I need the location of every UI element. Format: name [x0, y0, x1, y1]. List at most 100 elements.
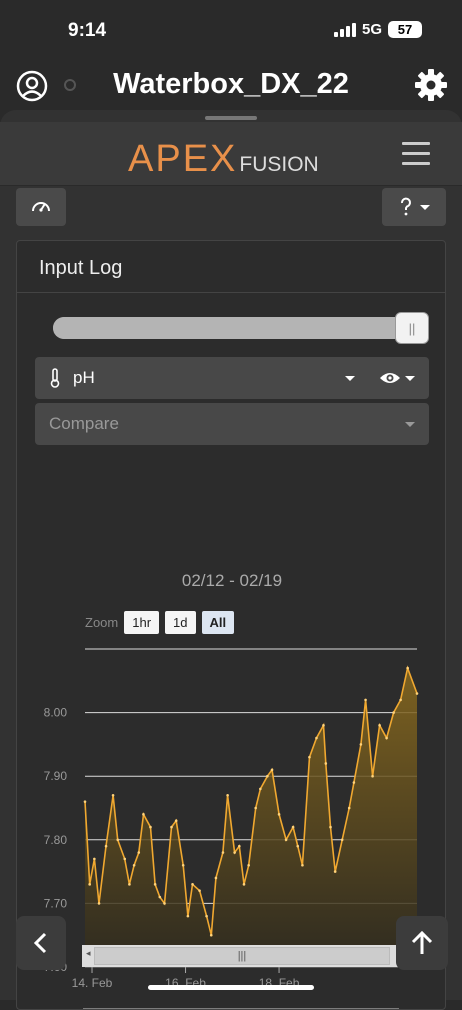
scroll-top-button[interactable] [396, 916, 448, 970]
time-range-slider[interactable]: || [53, 312, 429, 344]
gear-icon[interactable] [414, 68, 448, 102]
brand-bar: APEX FUSION [0, 122, 462, 186]
eye-icon[interactable] [379, 371, 401, 385]
data-point [198, 889, 201, 892]
back-button[interactable] [16, 916, 66, 970]
app-title: Waterbox_DX_22 [113, 68, 349, 100]
data-point [364, 698, 367, 702]
content-sheet: APEX FUSION Input Log || pH Compare 02/1… [0, 110, 462, 1010]
data-point [378, 724, 381, 727]
data-point [233, 851, 236, 854]
hamburger-menu-icon[interactable] [402, 142, 430, 166]
slider-thumb[interactable]: || [395, 312, 429, 344]
data-point [308, 755, 311, 759]
logo-fusion-text: FUSION [239, 153, 319, 176]
data-point [123, 857, 127, 861]
data-point [315, 736, 318, 740]
scroll-left-icon[interactable]: ◂ [86, 948, 91, 959]
data-point [158, 895, 162, 899]
navigator-scrollbar[interactable]: ◂ ||| ▸ [82, 945, 416, 967]
compare-select[interactable]: Compare [35, 403, 429, 445]
data-point [322, 724, 325, 727]
data-point [186, 914, 190, 918]
date-range-label: 02/12 - 02/19 [181, 571, 283, 590]
signal-icon [333, 22, 356, 37]
logo-apex-text: APEX [128, 138, 238, 180]
y-tick-label: 7.80 [44, 833, 68, 847]
data-point [371, 774, 374, 778]
data-point [104, 844, 108, 848]
data-point [333, 870, 337, 873]
data-point [291, 825, 295, 829]
scrollbar-thumb[interactable]: ||| [94, 947, 390, 965]
data-point [266, 774, 269, 778]
chevron-down-icon [405, 375, 415, 381]
slider-fill [53, 317, 412, 339]
data-point [392, 711, 395, 714]
data-point [415, 692, 419, 695]
data-point [88, 883, 91, 886]
data-point [399, 698, 402, 702]
data-point [347, 806, 351, 810]
compare-placeholder: Compare [49, 414, 119, 433]
data-point [111, 793, 115, 797]
y-tick-label: 7.70 [44, 896, 68, 910]
data-point [259, 787, 262, 791]
y-tick-label: 7.90 [44, 769, 68, 783]
apex-fusion-logo: APEX FUSION [128, 138, 319, 181]
status-indicators: 5G 57 [333, 21, 422, 38]
input-log-panel: Input Log || pH Compare 02/12 - 02/19 Zo… [16, 240, 446, 1010]
data-point [324, 762, 328, 765]
data-point [242, 883, 246, 886]
data-point [352, 781, 356, 784]
speedometer-icon [32, 202, 50, 212]
probe-select-value: pH [73, 368, 95, 387]
probe-select[interactable]: pH [35, 357, 429, 399]
data-point [149, 825, 152, 829]
data-point [153, 883, 157, 886]
status-bar: 9:14 5G 57 [0, 0, 462, 60]
app-bar: Waterbox_DX_22 [0, 60, 462, 112]
data-point [329, 825, 332, 829]
data-point [406, 666, 409, 670]
chevron-left-icon [33, 932, 47, 954]
data-point [93, 857, 96, 861]
data-point [247, 863, 250, 867]
data-point [301, 863, 304, 867]
chevron-down-icon [405, 421, 415, 427]
data-point [385, 736, 388, 740]
panel-title: Input Log [17, 241, 445, 293]
zoom-label: Zoom [85, 615, 119, 630]
home-indicator [148, 985, 314, 990]
data-point [209, 933, 213, 937]
y-tick-label: 8.00 [44, 706, 68, 720]
data-point [254, 806, 257, 810]
data-point [142, 813, 145, 816]
question-icon [401, 197, 411, 216]
data-point [284, 838, 288, 842]
arrow-up-icon [411, 930, 433, 954]
chart-navigator[interactable]: 13. Feb [17, 1005, 446, 1010]
sheet-handle[interactable] [205, 116, 257, 120]
data-point [174, 819, 178, 823]
help-button[interactable] [382, 188, 446, 226]
data-point [221, 851, 225, 854]
data-point [270, 768, 274, 772]
data-point [359, 743, 363, 746]
data-point [163, 902, 166, 905]
data-point [132, 863, 136, 867]
data-point [181, 863, 185, 867]
x-tick-label: 14. Feb [72, 976, 113, 990]
data-point [226, 793, 229, 797]
data-point [296, 844, 300, 848]
data-point [191, 883, 194, 886]
data-point [340, 838, 344, 842]
data-point [128, 883, 131, 886]
battery-icon: 57 [388, 21, 422, 38]
data-point [238, 844, 241, 848]
data-point [277, 813, 281, 816]
dashboard-button[interactable] [16, 188, 66, 226]
data-point [116, 838, 120, 842]
data-point [83, 800, 87, 803]
data-point [97, 902, 101, 905]
